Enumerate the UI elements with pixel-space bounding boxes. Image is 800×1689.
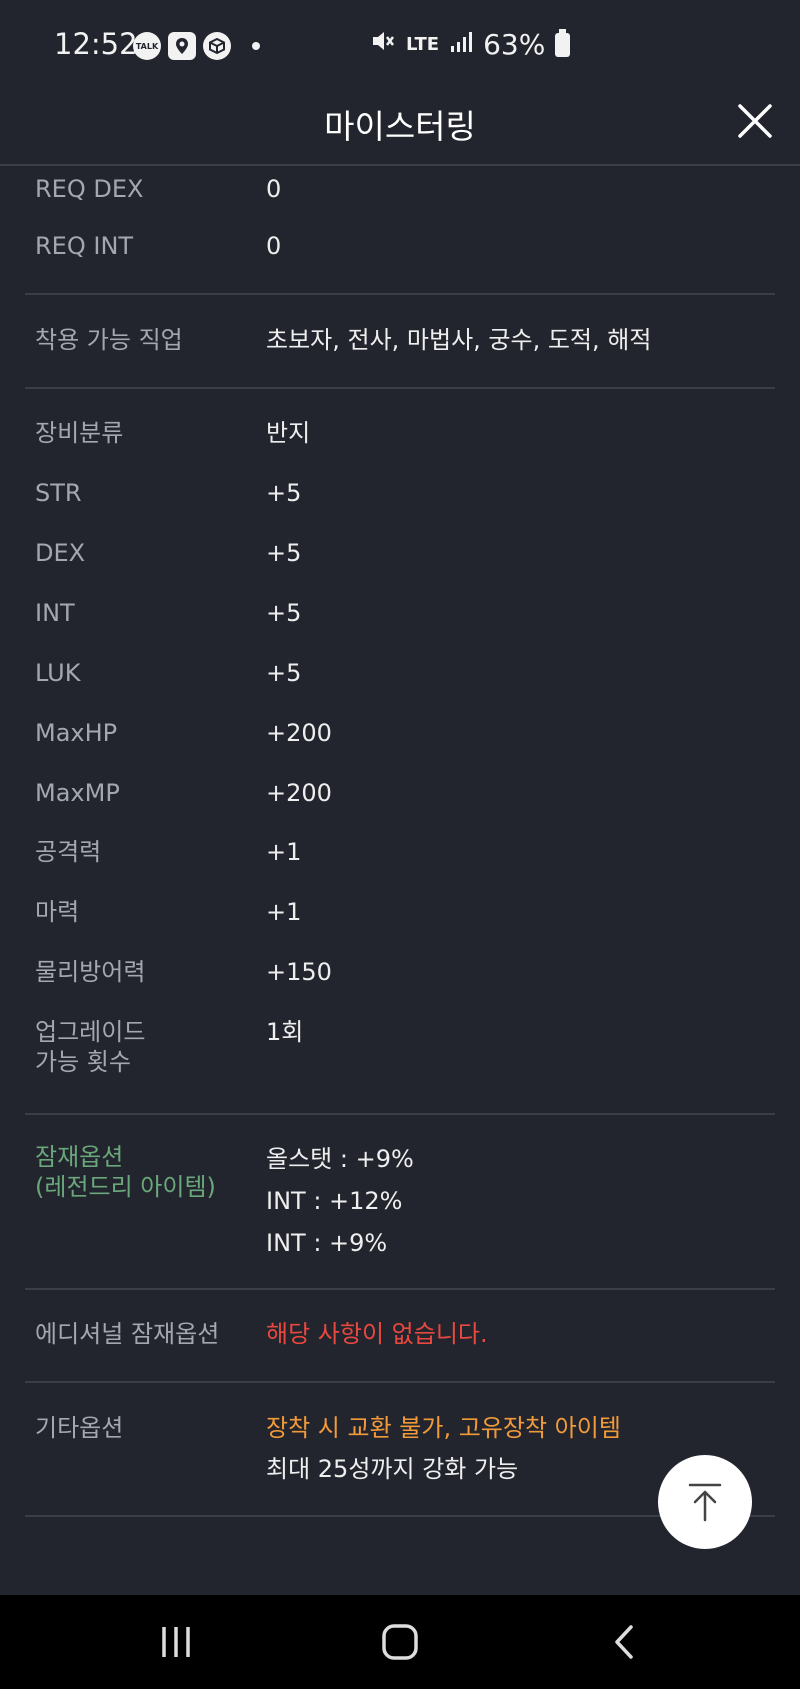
more-notifications-dot-icon [252, 42, 260, 50]
status-bar: 12:52 TALK LTE 63% [0, 0, 800, 92]
luk-label: LUK [35, 659, 81, 687]
upgrades-label-line2: 가능 횟수 [35, 1048, 131, 1076]
divider [25, 1381, 775, 1383]
app-header: 마이스터링 [0, 92, 800, 166]
dex-value: +5 [266, 539, 302, 567]
scroll-to-top-button[interactable] [658, 1455, 752, 1549]
req-dex-value: 0 [266, 175, 282, 203]
jobs-value: 초보자, 전사, 마법사, 궁수, 도적, 해적 [266, 326, 652, 354]
req-int-label: REQ INT [35, 232, 134, 260]
potential-label-line2: (레전드리 아이템) [35, 1173, 216, 1201]
upgrades-label-line1: 업그레이드 [35, 1018, 146, 1046]
home-button[interactable] [376, 1621, 424, 1663]
maxhp-value: +200 [266, 719, 332, 747]
luk-value: +5 [266, 659, 302, 687]
divider [25, 293, 775, 295]
notification-icons: TALK [133, 32, 260, 60]
jobs-label: 착용 가능 직업 [35, 326, 183, 354]
attack-label: 공격력 [35, 838, 102, 866]
str-value: +5 [266, 479, 302, 507]
additional-potential-label: 에디셔널 잠재옵션 [35, 1320, 220, 1348]
defense-label: 물리방어력 [35, 958, 146, 986]
system-nav-bar [0, 1595, 800, 1689]
other-options-label: 기타옵션 [35, 1414, 124, 1442]
maxmp-value: +200 [266, 779, 332, 807]
magic-label: 마력 [35, 898, 80, 926]
cube-icon [203, 32, 231, 60]
upgrades-value: 1회 [266, 1018, 304, 1046]
int-label: INT [35, 599, 75, 627]
divider [25, 1288, 775, 1290]
kakaotalk-icon: TALK [133, 32, 161, 60]
category-label: 장비분류 [35, 419, 124, 447]
dex-label: DEX [35, 539, 86, 567]
status-time: 12:52 [54, 27, 138, 61]
battery-percent: 63% [483, 28, 546, 61]
category-value: 반지 [266, 419, 311, 447]
additional-potential-value: 해당 사항이 없습니다. [266, 1320, 488, 1348]
str-label: STR [35, 479, 82, 507]
divider [25, 1113, 775, 1115]
status-indicators: LTE 63% [370, 28, 571, 61]
battery-icon [555, 28, 571, 57]
divider [25, 387, 775, 389]
potential-line-3: INT : +9% [266, 1229, 388, 1257]
recent-apps-button[interactable] [152, 1621, 200, 1663]
attack-value: +1 [266, 838, 302, 866]
close-icon [738, 104, 772, 138]
page-title: 마이스터링 [324, 107, 476, 146]
other-options-line-2: 최대 25성까지 강화 가능 [266, 1455, 519, 1483]
lte-indicator: LTE [406, 34, 440, 55]
other-options-line-1: 장착 시 교환 불가, 고유장착 아이템 [266, 1414, 621, 1442]
home-icon [382, 1624, 418, 1660]
mute-icon [370, 28, 396, 61]
arrow-up-icon [688, 1483, 722, 1522]
magic-value: +1 [266, 898, 302, 926]
defense-value: +150 [266, 958, 332, 986]
recent-apps-icon [162, 1627, 190, 1657]
potential-line-1: 올스탯 : +9% [266, 1145, 414, 1173]
potential-line-2: INT : +12% [266, 1187, 403, 1215]
maxmp-label: MaxMP [35, 779, 120, 807]
req-dex-label: REQ DEX [35, 175, 144, 203]
signal-icon [449, 28, 473, 61]
close-button[interactable] [736, 102, 774, 140]
potential-label-line1: 잠재옵션 [35, 1143, 124, 1171]
back-icon [615, 1625, 633, 1659]
int-value: +5 [266, 599, 302, 627]
maxhp-label: MaxHP [35, 719, 118, 747]
back-button[interactable] [600, 1621, 648, 1663]
map-pin-icon [168, 32, 196, 60]
req-int-value: 0 [266, 232, 282, 260]
